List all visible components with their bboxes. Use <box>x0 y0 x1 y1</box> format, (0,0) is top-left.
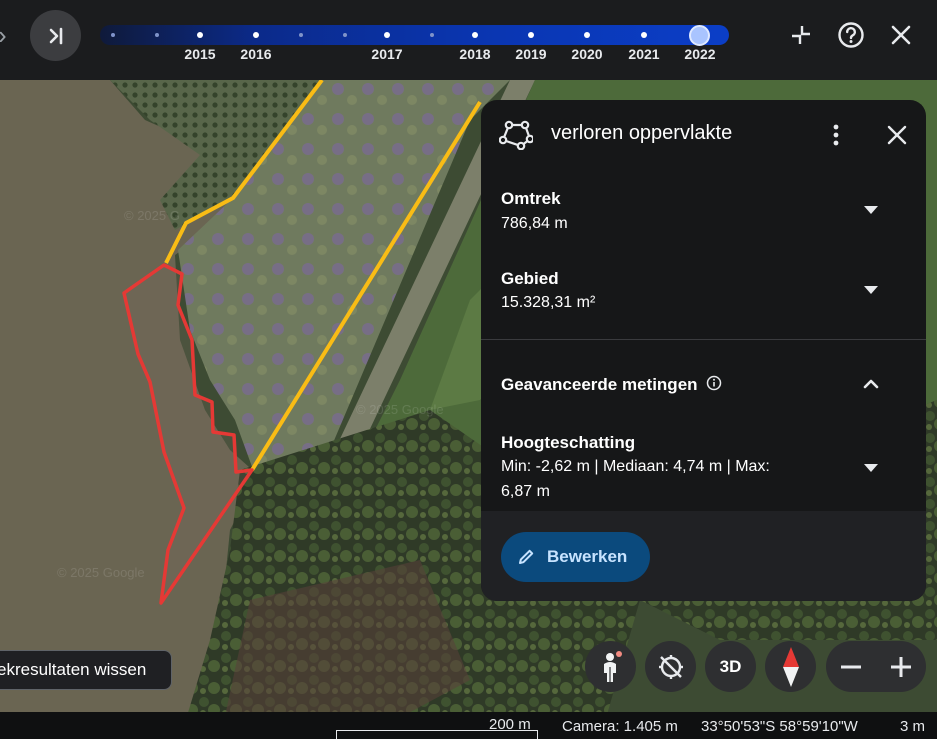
timeline-tick <box>472 32 478 38</box>
timeline-tick <box>641 32 647 38</box>
zoom-in-button[interactable] <box>876 641 926 692</box>
map-watermark: © 2025 Google <box>356 402 444 417</box>
pegman-icon <box>603 650 622 682</box>
measurement-panel: verloren oppervlakte Omtrek 786,84 m Geb… <box>481 100 926 601</box>
minus-icon <box>841 665 861 668</box>
timeline-tick <box>384 32 390 38</box>
timeline-tick <box>528 32 534 38</box>
timeline-tick <box>253 32 259 38</box>
area-label: Gebied <box>501 269 559 288</box>
clear-search-results-button[interactable]: ekresultaten wissen <box>0 650 172 690</box>
collapse-button[interactable] <box>786 20 816 50</box>
reset-tilt-button[interactable] <box>645 641 696 692</box>
ground-elevation: 3 m <box>900 718 926 735</box>
height-estimate-label: Hoogteschatting <box>501 433 636 452</box>
timeline-tick <box>197 32 203 38</box>
timeline-year[interactable]: 2018 <box>459 46 490 62</box>
zoom-out-button[interactable] <box>826 641 876 692</box>
timeline-tick <box>430 33 434 37</box>
info-icon[interactable] <box>706 375 722 391</box>
perimeter-value: 786,84 m <box>501 215 568 232</box>
skip-to-end-button[interactable] <box>30 10 81 61</box>
panel-title[interactable]: verloren oppervlakte <box>551 122 732 145</box>
advanced-measurements-header[interactable]: Geavanceerde metingen <box>501 375 722 395</box>
skip-end-icon <box>49 27 62 44</box>
more-options-button[interactable] <box>824 120 848 150</box>
timeline-slider[interactable] <box>100 25 729 46</box>
close-icon <box>891 25 911 45</box>
area-unit-dropdown[interactable] <box>863 282 879 298</box>
scale-bar <box>336 730 538 739</box>
timeline-year[interactable]: 2017 <box>371 46 402 62</box>
polygon-icon <box>498 120 535 155</box>
map-watermark: © 2025 G <box>124 208 180 223</box>
help-icon <box>838 22 864 48</box>
timeline-year[interactable]: 2019 <box>515 46 546 62</box>
chevron-left-icon[interactable]: › <box>0 20 16 50</box>
caret-down-icon <box>864 464 878 472</box>
height-estimate-values-cont: 6,87 m <box>501 483 550 500</box>
height-unit-dropdown[interactable] <box>863 460 879 476</box>
cursor-coordinates: 33°50'53"S 58°59'10"W <box>701 718 858 735</box>
caret-down-icon <box>864 206 878 214</box>
timeline-tick <box>343 33 347 37</box>
divider <box>481 339 926 340</box>
timeline-tick <box>111 33 115 37</box>
close-panel-button[interactable] <box>882 120 912 150</box>
timeline-year[interactable]: 2022 <box>684 46 715 62</box>
street-view-button[interactable] <box>585 641 636 692</box>
perimeter-unit-dropdown[interactable] <box>863 202 879 218</box>
toggle-3d-button[interactable]: 3D <box>705 641 756 692</box>
height-estimate-values: Min: -2,62 m | Mediaan: 4,74 m | Max: <box>501 458 770 475</box>
panel-footer: Bewerken <box>481 511 926 601</box>
compass-icon <box>782 646 799 687</box>
timeline-year[interactable]: 2020 <box>571 46 602 62</box>
collapse-icon <box>792 26 810 44</box>
edit-button-label: Bewerken <box>547 547 628 566</box>
compass-button[interactable] <box>765 641 816 692</box>
close-timeline-button[interactable] <box>886 20 916 50</box>
timeline-tick <box>299 33 303 37</box>
tilt-reset-icon <box>658 654 683 679</box>
chevron-up-icon <box>863 379 879 389</box>
more-vert-icon <box>833 124 839 146</box>
timeline-tick <box>584 32 590 38</box>
zoom-controls <box>826 641 926 692</box>
pencil-icon <box>519 549 534 564</box>
timeline-tick <box>155 33 159 37</box>
help-button[interactable] <box>836 20 866 50</box>
caret-down-icon <box>864 286 878 294</box>
timeline-year[interactable]: 2015 <box>184 46 215 62</box>
area-value: 15.328,31 m² <box>501 294 596 311</box>
camera-altitude: Camera: 1.405 m <box>562 718 678 735</box>
map-watermark: © 2025 Google <box>57 565 145 580</box>
timeline-year[interactable]: 2021 <box>628 46 659 62</box>
perimeter-label: Omtrek <box>501 189 561 208</box>
timeline-handle[interactable] <box>689 25 710 46</box>
plus-icon <box>891 656 911 677</box>
edit-button[interactable]: Bewerken <box>501 532 650 582</box>
collapse-advanced-button[interactable] <box>863 376 879 392</box>
advanced-measurements-label: Geavanceerde metingen <box>501 375 698 394</box>
timeline-bar: › 2015 2016 2017 2018 2019 2020 2021 202… <box>0 0 937 80</box>
close-icon <box>887 125 907 145</box>
timeline-year[interactable]: 2016 <box>240 46 271 62</box>
